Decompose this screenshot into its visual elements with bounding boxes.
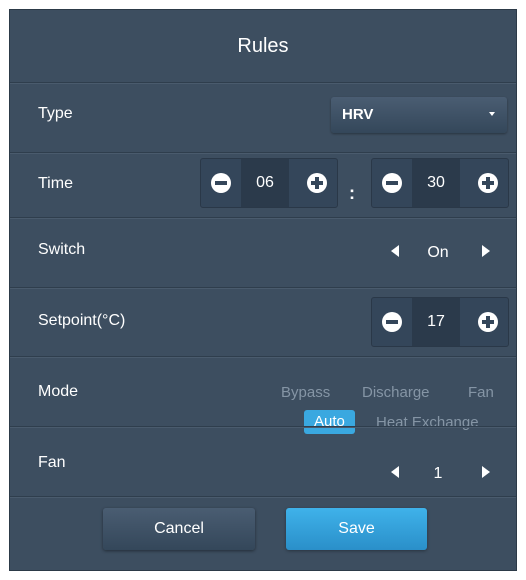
save-button[interactable]: Save	[286, 508, 427, 550]
fan-value: 1	[433, 465, 443, 482]
setpoint-value: 17	[412, 298, 460, 346]
switch-next-button[interactable]	[476, 241, 496, 261]
minutes-increment-button[interactable]	[468, 159, 508, 207]
hours-stepper: 06	[200, 158, 338, 208]
type-dropdown-value: HRV	[342, 106, 374, 123]
switch-previous-button[interactable]	[385, 241, 405, 261]
mode-option-discharge[interactable]: Discharge	[362, 384, 430, 401]
type-label: Type	[38, 105, 73, 122]
divider	[10, 287, 516, 289]
rules-dialog: Rules Type HRV Time 06 : 30 Switch On Se…	[9, 9, 517, 571]
minutes-stepper: 30	[371, 158, 509, 208]
setpoint-increment-button[interactable]	[468, 298, 508, 346]
fan-next-button[interactable]	[476, 462, 496, 482]
fan-label: Fan	[38, 454, 66, 471]
plus-circle-icon	[307, 173, 327, 193]
hours-value: 06	[241, 159, 289, 207]
mode-option-heat-exchange[interactable]: Heat Exchange	[376, 414, 479, 431]
divider	[10, 426, 516, 428]
divider	[10, 496, 516, 498]
minutes-decrement-button[interactable]	[372, 159, 412, 207]
hours-increment-button[interactable]	[297, 159, 337, 207]
switch-value: On	[427, 244, 449, 261]
divider	[10, 356, 516, 358]
mode-option-fan[interactable]: Fan	[468, 384, 494, 401]
caret-down-icon	[489, 112, 495, 116]
type-dropdown[interactable]: HRV	[331, 97, 507, 133]
mode-option-auto[interactable]: Auto	[304, 410, 355, 434]
setpoint-label: Setpoint(°C)	[38, 312, 126, 329]
divider	[10, 152, 516, 154]
dialog-title: Rules	[237, 35, 289, 57]
mode-label: Mode	[38, 383, 79, 400]
minus-circle-icon	[382, 173, 402, 193]
switch-label: Switch	[38, 241, 86, 258]
hours-decrement-button[interactable]	[201, 159, 241, 207]
time-separator: :	[349, 183, 355, 203]
time-label: Time	[38, 175, 73, 192]
fan-previous-button[interactable]	[385, 462, 405, 482]
setpoint-stepper: 17	[371, 297, 509, 347]
divider	[10, 217, 516, 219]
cancel-button[interactable]: Cancel	[103, 508, 255, 550]
minus-circle-icon	[382, 312, 402, 332]
minutes-value: 30	[412, 159, 460, 207]
plus-circle-icon	[478, 312, 498, 332]
minus-circle-icon	[211, 173, 231, 193]
mode-option-bypass[interactable]: Bypass	[281, 384, 330, 401]
plus-circle-icon	[478, 173, 498, 193]
divider	[10, 82, 516, 84]
setpoint-decrement-button[interactable]	[372, 298, 412, 346]
